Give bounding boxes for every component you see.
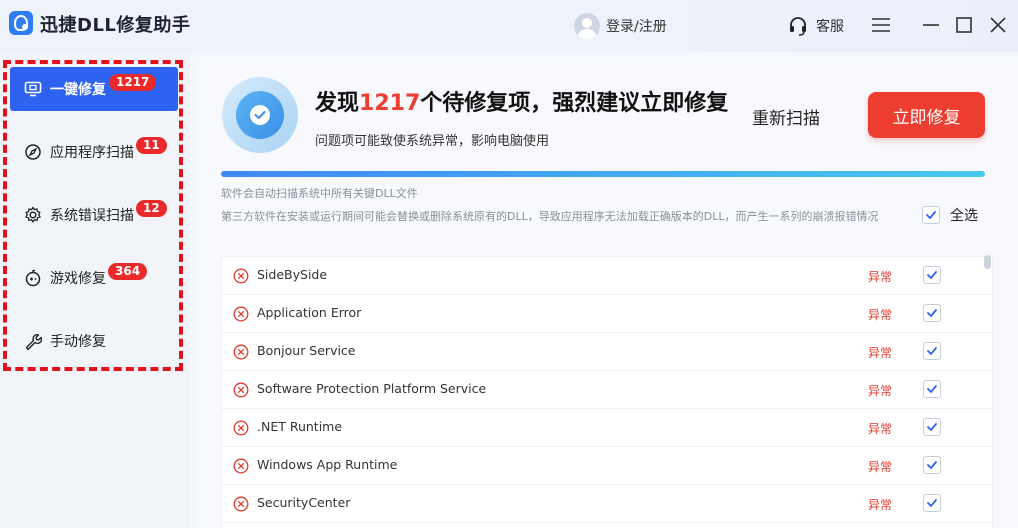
check-icon	[927, 385, 937, 393]
issue-checkbox[interactable]	[923, 380, 941, 398]
issue-name: .NET Runtime	[257, 419, 343, 434]
select-all-checkbox[interactable]	[922, 206, 940, 224]
sidebar-item-system-error-scan[interactable]: 系统错误扫描 12	[10, 193, 178, 237]
check-icon	[927, 461, 937, 469]
login-register-label: 登录/注册	[606, 19, 667, 35]
close-icon[interactable]	[987, 14, 1009, 36]
error-x-icon	[233, 344, 249, 360]
sidebar-item-label: 一键修复	[50, 82, 106, 98]
issue-status: 异常	[868, 498, 893, 512]
headline-prefix: 发现	[315, 91, 360, 116]
error-x-icon	[233, 268, 249, 284]
issue-status: 异常	[868, 308, 893, 322]
issue-checkbox[interactable]	[923, 456, 941, 474]
gamepad-icon	[24, 269, 42, 287]
table-row[interactable]: Application Error 异常	[222, 295, 992, 333]
issue-status: 异常	[868, 384, 893, 398]
check-icon	[926, 211, 936, 219]
wrench-icon	[24, 332, 42, 350]
error-x-icon	[233, 496, 249, 512]
customer-service-button[interactable]: 客服	[788, 12, 844, 40]
count-badge: 11	[136, 137, 167, 154]
app-logo-icon	[9, 11, 33, 35]
issue-status: 异常	[868, 422, 893, 436]
issue-name: Application Error	[257, 305, 362, 320]
check-icon	[927, 271, 937, 279]
compass-icon	[24, 143, 42, 161]
issue-list: SideBySide 异常 Application Error 异常 Bonjour S…	[221, 256, 993, 528]
table-row[interactable]: .NET Runtime 异常	[222, 409, 992, 447]
issue-checkbox[interactable]	[923, 342, 941, 360]
login-register-button[interactable]: 登录/注册	[574, 12, 667, 40]
error-x-icon	[233, 458, 249, 474]
issue-status: 异常	[868, 460, 893, 474]
issue-name: Windows App Runtime	[257, 457, 398, 472]
check-icon	[927, 499, 937, 507]
count-badge: 364	[108, 263, 148, 280]
gear-icon	[24, 206, 42, 224]
check-icon	[927, 423, 937, 431]
headline-suffix: 个待修复项，强烈建议立即修复	[420, 91, 729, 116]
avatar-icon	[574, 13, 600, 39]
sidebar-item-one-click-repair[interactable]: 一键修复 1217	[10, 67, 178, 111]
shield-check-icon	[222, 77, 298, 153]
table-row[interactable]: Software Protection Platform Service 异常	[222, 371, 992, 409]
monitor-icon	[24, 80, 42, 98]
issue-count: 1217	[359, 91, 421, 116]
table-row[interactable]: Bonjour Service 异常	[222, 333, 992, 371]
summary-headline: 发现1217个待修复项，强烈建议立即修复	[315, 85, 728, 117]
sidebar-item-app-scan[interactable]: 应用程序扫描 11	[10, 130, 178, 174]
issue-name: Bonjour Service	[257, 343, 356, 358]
scan-progress-bar	[221, 171, 985, 177]
summary-subline: 问题项可能致使系统异常，影响电脑使用	[315, 134, 550, 149]
issue-status: 异常	[868, 270, 893, 284]
headset-icon	[788, 16, 808, 36]
sidebar-item-label: 系统错误扫描	[50, 208, 134, 224]
table-row[interactable]: Windows App Runtime 异常	[222, 447, 992, 485]
error-x-icon	[233, 306, 249, 322]
title-bar: 迅捷DLL修复助手 登录/注册 客服	[0, 0, 1018, 52]
info-line-1: 软件会自动扫描系统中所有关键DLL文件	[221, 187, 418, 200]
count-badge: 1217	[109, 74, 157, 91]
sidebar-item-label: 游戏修复	[50, 271, 106, 287]
fix-now-button[interactable]: 立即修复	[868, 92, 985, 138]
customer-service-label: 客服	[816, 19, 844, 35]
maximize-icon[interactable]	[953, 14, 975, 36]
sidebar-item-game-repair[interactable]: 游戏修复 364	[10, 256, 178, 300]
sidebar-item-manual-repair[interactable]: 手动修复	[10, 319, 178, 363]
sidebar-item-label: 应用程序扫描	[50, 145, 134, 161]
issue-name: SideBySide	[257, 267, 328, 282]
scrollbar[interactable]	[984, 255, 991, 269]
issue-checkbox[interactable]	[923, 418, 941, 436]
check-icon	[927, 309, 937, 317]
issue-name: Software Protection Platform Service	[257, 381, 487, 396]
select-all-label: 全选	[950, 208, 978, 224]
table-row[interactable]: SecurityCenter 异常	[222, 485, 992, 523]
issue-checkbox[interactable]	[923, 494, 941, 512]
issue-name: SecurityCenter	[257, 495, 351, 510]
error-x-icon	[233, 382, 249, 398]
sidebar-item-label: 手动修复	[50, 334, 106, 350]
select-all[interactable]: 全选	[922, 205, 978, 225]
rescan-button[interactable]: 重新扫描	[752, 104, 820, 129]
app-title: 迅捷DLL修复助手	[40, 15, 191, 36]
info-line-2: 第三方软件在安装或运行期间可能会替换或删除系统原有的DLL，导致应用程序无法加载…	[221, 210, 879, 223]
check-icon	[927, 347, 937, 355]
issue-checkbox[interactable]	[923, 304, 941, 322]
minimize-icon[interactable]	[920, 14, 942, 36]
progress-fill	[221, 171, 985, 177]
issue-status: 异常	[868, 346, 893, 360]
count-badge: 12	[136, 200, 167, 217]
menu-icon[interactable]	[870, 14, 892, 36]
table-row[interactable]: SideBySide 异常	[222, 257, 992, 295]
issue-checkbox[interactable]	[923, 266, 941, 284]
error-x-icon	[233, 420, 249, 436]
